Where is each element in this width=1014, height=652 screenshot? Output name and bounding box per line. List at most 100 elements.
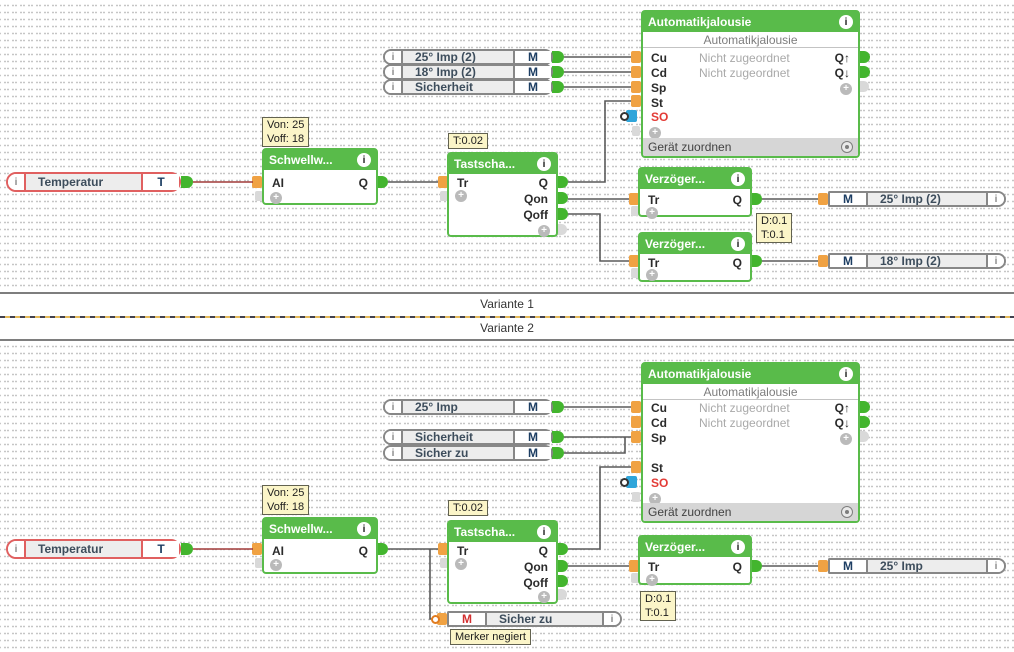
node-info-icon[interactable]: i bbox=[385, 66, 403, 78]
gear-icon[interactable] bbox=[841, 141, 853, 153]
add-output-button[interactable]: + bbox=[538, 591, 550, 603]
port-label-Q: Q bbox=[358, 176, 368, 190]
pushbutton-block-v1[interactable]: Tastscha... i Tr Q Qon Qoff + + bbox=[447, 152, 558, 237]
input-node-sicherheit-v1[interactable]: i Sicherheit M bbox=[383, 79, 553, 95]
info-icon[interactable]: i bbox=[839, 367, 853, 381]
gear-icon[interactable] bbox=[841, 506, 853, 518]
wire-q-to-merker-v2[interactable] bbox=[429, 549, 437, 620]
wire-qoff-to-delay2-v1[interactable] bbox=[568, 213, 629, 262]
block-header: Verzöger... i bbox=[640, 537, 750, 557]
info-icon[interactable]: i bbox=[537, 157, 551, 171]
parameter-note-delay-v2[interactable]: D:0.1 T:0.1 bbox=[640, 591, 677, 621]
node-label: Sicher zu bbox=[487, 613, 602, 625]
port-label-Tr: Tr bbox=[457, 176, 469, 190]
info-icon[interactable]: i bbox=[357, 153, 371, 167]
add-input-button[interactable]: + bbox=[646, 269, 658, 281]
port-label-Qup: Q↑ bbox=[834, 401, 850, 415]
delay-block1-v1[interactable]: Verzöger... i Tr Q + bbox=[638, 167, 752, 219]
output-node-18imp2-v1[interactable]: M 18° Imp (2) i bbox=[828, 253, 1006, 269]
assignment-text: Nicht zugeordnet bbox=[699, 66, 790, 80]
delay-block2-v1[interactable]: Verzöger... i Tr Q + bbox=[638, 232, 752, 282]
assign-device-button[interactable]: Gerät zuordnen bbox=[643, 138, 858, 156]
output-node-25imp2-v1[interactable]: M 25° Imp (2) i bbox=[828, 191, 1006, 207]
port-label-Cu: Cu bbox=[651, 401, 667, 415]
block-header: Schwellw... i bbox=[264, 150, 376, 170]
block-title: Schwellw... bbox=[269, 522, 333, 536]
input-node-25imp-v2[interactable]: i 25° Imp M bbox=[383, 399, 553, 415]
parameter-note-pushbutton-v2[interactable]: T:0.02 bbox=[448, 500, 488, 516]
port-label-St: St bbox=[651, 96, 663, 110]
add-input-button[interactable]: + bbox=[455, 558, 467, 570]
node-info-icon[interactable]: i bbox=[986, 255, 1004, 267]
shutter-block-v1[interactable]: Automatikjalousie i Automatikjalousie Cu… bbox=[641, 10, 860, 158]
node-info-icon[interactable]: i bbox=[385, 401, 403, 413]
node-info-icon[interactable]: i bbox=[385, 51, 403, 63]
port-label-Cd: Cd bbox=[651, 66, 667, 80]
node-port-M: M bbox=[513, 80, 551, 94]
info-icon[interactable]: i bbox=[839, 15, 853, 29]
parameter-note-threshold-v1[interactable]: Von: 25 Voff: 18 bbox=[262, 117, 310, 147]
node-info-icon[interactable]: i bbox=[8, 174, 26, 190]
so-connector-dot[interactable] bbox=[620, 112, 629, 121]
shutter-block-v2[interactable]: Automatikjalousie i Automatikjalousie Cu… bbox=[641, 362, 860, 523]
add-input-button[interactable]: + bbox=[646, 574, 658, 586]
node-label: 25° Imp (2) bbox=[868, 193, 986, 205]
so-connector-dot[interactable] bbox=[620, 478, 629, 487]
add-input-button[interactable]: + bbox=[455, 190, 467, 202]
node-label: 25° Imp (2) bbox=[403, 51, 513, 63]
input-node-18imp2-v1[interactable]: i 18° Imp (2) M bbox=[383, 64, 553, 80]
parameter-note-threshold-v2[interactable]: Von: 25 Voff: 18 bbox=[262, 485, 310, 515]
node-info-icon[interactable]: i bbox=[385, 431, 403, 443]
node-info-icon[interactable]: i bbox=[986, 560, 1004, 572]
port-label-Sp: Sp bbox=[651, 81, 667, 95]
block-title: Schwellw... bbox=[269, 153, 333, 167]
info-icon[interactable]: i bbox=[731, 540, 745, 554]
node-info-icon[interactable]: i bbox=[385, 447, 403, 459]
add-output-button[interactable]: + bbox=[840, 433, 852, 445]
parameter-note-pushbutton-v1[interactable]: T:0.02 bbox=[448, 133, 488, 149]
negation-dot[interactable] bbox=[431, 615, 440, 624]
output-node-25imp-v2[interactable]: M 25° Imp i bbox=[828, 558, 1006, 574]
info-icon[interactable]: i bbox=[731, 172, 745, 186]
node-info-icon[interactable]: i bbox=[385, 81, 403, 93]
node-info-icon[interactable]: i bbox=[8, 541, 26, 557]
port-label-AI: AI bbox=[272, 176, 284, 190]
wire-sicherzu-to-sp-v2[interactable] bbox=[564, 437, 626, 454]
input-node-sicherheit-v2[interactable]: i Sicherheit M bbox=[383, 429, 553, 445]
add-input-button[interactable]: + bbox=[270, 192, 282, 204]
input-node-temperatur-v1[interactable]: i Temperatur T bbox=[6, 172, 181, 192]
node-label: Sicherheit bbox=[403, 81, 513, 93]
node-port-M: M bbox=[830, 192, 868, 206]
node-info-icon[interactable]: i bbox=[986, 193, 1004, 205]
assign-device-label: Gerät zuordnen bbox=[648, 505, 732, 519]
note-line: Voff: 18 bbox=[267, 501, 305, 513]
input-node-sicherzu-v2[interactable]: i Sicher zu M bbox=[383, 445, 553, 461]
parameter-note-delay-v1[interactable]: D:0.1 T:0.1 bbox=[756, 213, 793, 243]
node-port-M: M bbox=[513, 430, 551, 444]
info-icon[interactable]: i bbox=[731, 237, 745, 251]
add-input-button[interactable]: + bbox=[646, 207, 658, 219]
port-label-Tr: Tr bbox=[648, 560, 660, 574]
node-info-icon[interactable]: i bbox=[602, 613, 620, 625]
assign-device-button[interactable]: Gerät zuordnen bbox=[643, 503, 858, 521]
threshold-block-v1[interactable]: Schwellw... i AI Q + bbox=[262, 148, 378, 205]
add-input-button[interactable]: + bbox=[270, 559, 282, 571]
merker-negated-note[interactable]: Merker negiert bbox=[450, 629, 531, 645]
input-node-temperatur-v2[interactable]: i Temperatur T bbox=[6, 539, 181, 559]
input-node-25imp2-v1[interactable]: i 25° Imp (2) M bbox=[383, 49, 553, 65]
pushbutton-block-v2[interactable]: Tastscha... i Tr Q Qon Qoff + + bbox=[447, 520, 558, 604]
port-label-Tr: Tr bbox=[648, 193, 660, 207]
port-label-Q: Q bbox=[538, 544, 548, 558]
port-label-Qoff: Qoff bbox=[523, 576, 548, 590]
block-header: Verzöger... i bbox=[640, 234, 750, 254]
node-port-M: M bbox=[513, 50, 551, 64]
node-label: 18° Imp (2) bbox=[868, 255, 986, 267]
info-icon[interactable]: i bbox=[537, 525, 551, 539]
info-icon[interactable]: i bbox=[357, 522, 371, 536]
delay-block-v2[interactable]: Verzöger... i Tr Q + bbox=[638, 535, 752, 586]
add-output-button[interactable]: + bbox=[840, 83, 852, 95]
node-label: Sicherheit bbox=[403, 431, 513, 443]
output-node-sicherzu-v2[interactable]: M Sicher zu i bbox=[447, 611, 622, 627]
add-output-button[interactable]: + bbox=[538, 225, 550, 237]
threshold-block-v2[interactable]: Schwellw... i AI Q + bbox=[262, 517, 378, 574]
